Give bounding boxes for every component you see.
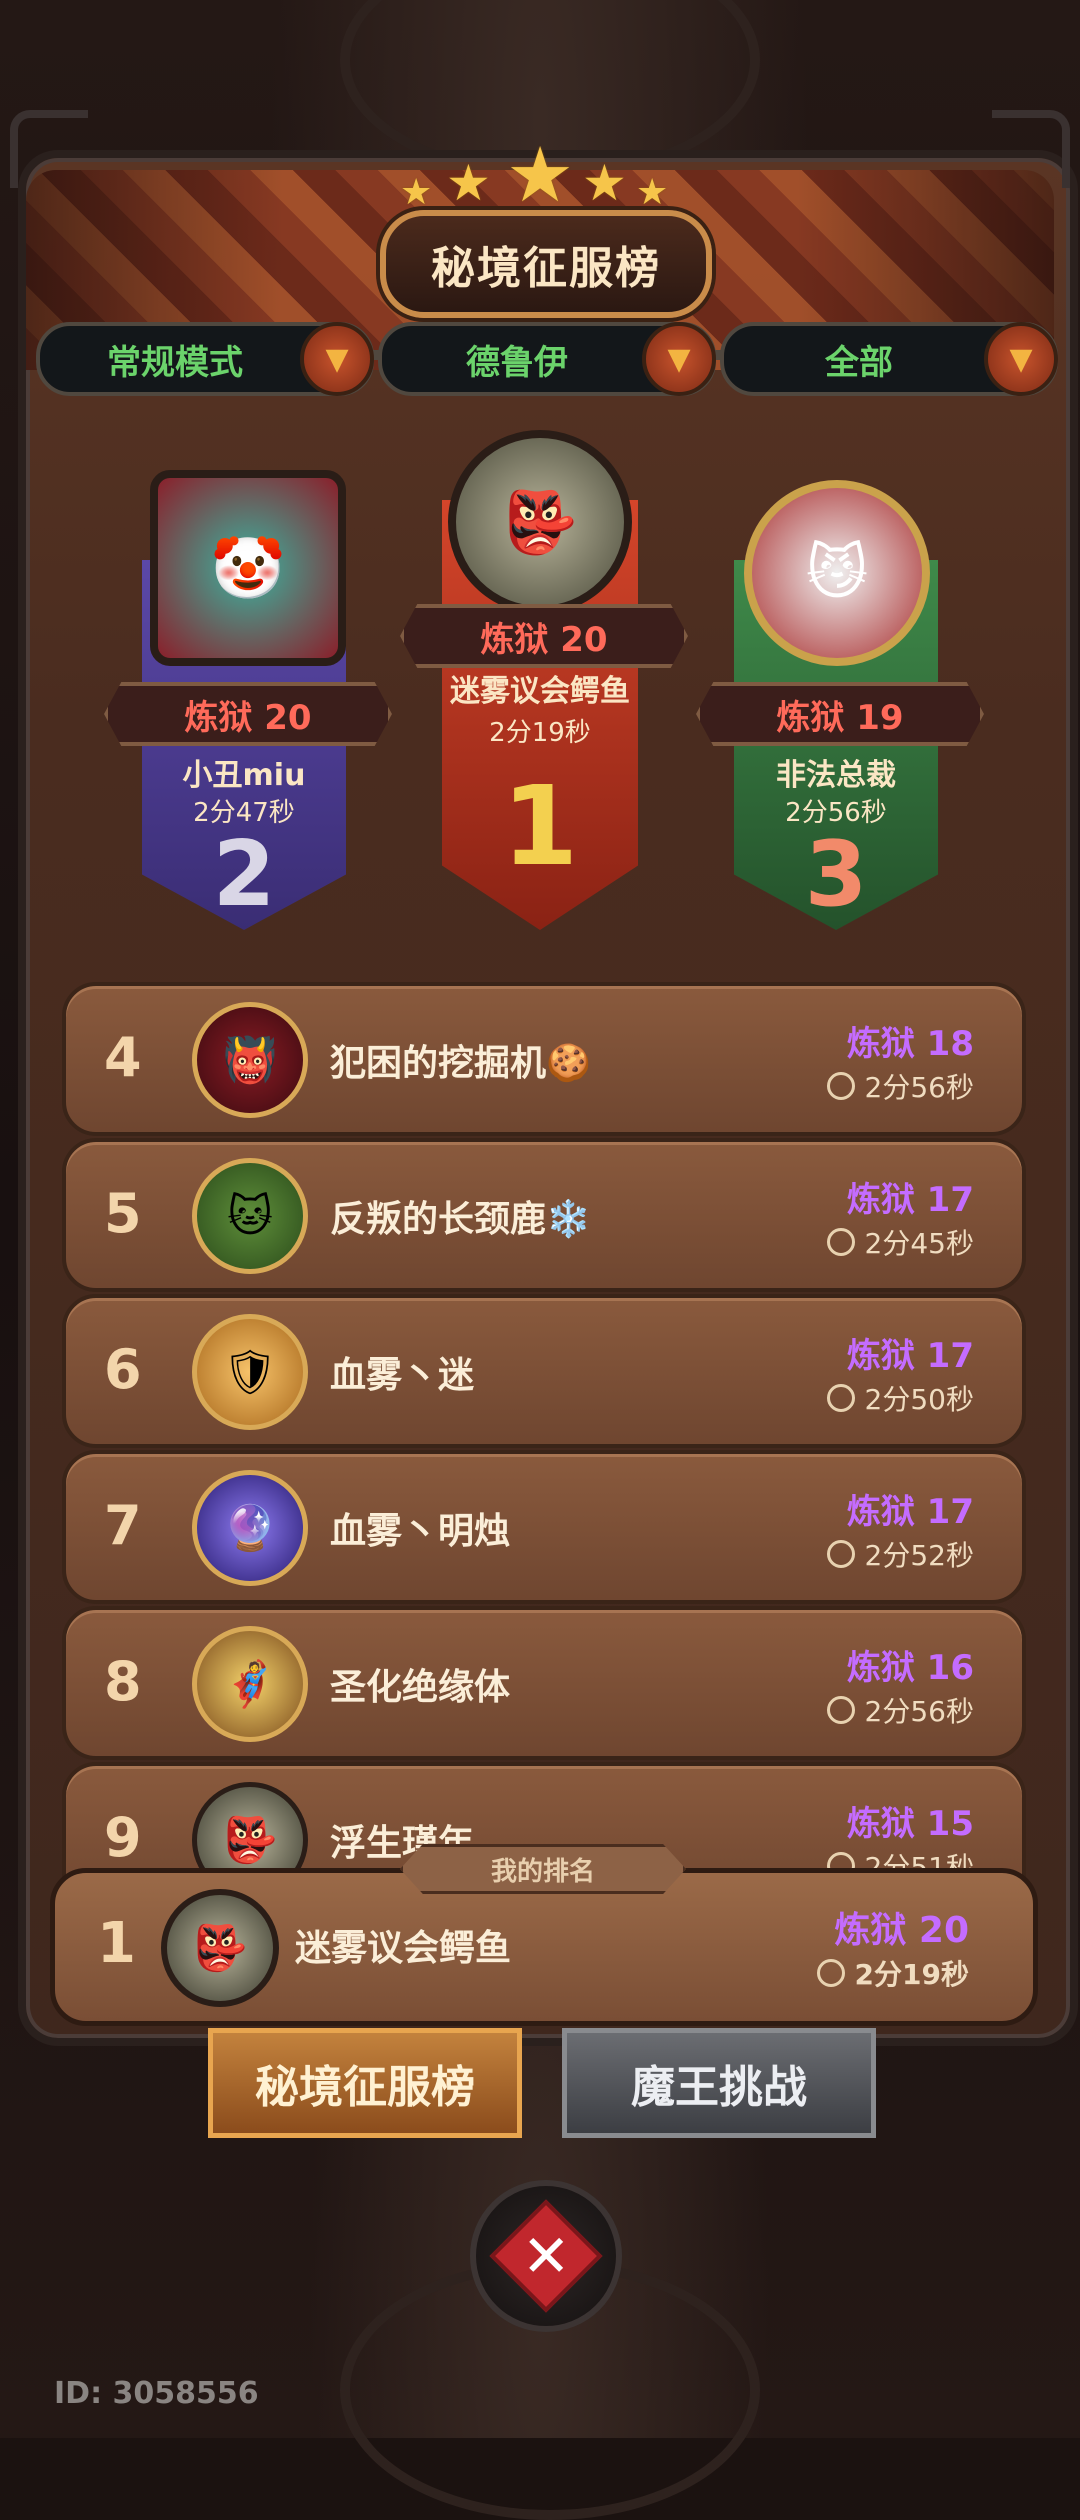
clock-icon	[826, 1228, 855, 1256]
clock-icon	[826, 1072, 855, 1100]
tier-value: 炼狱 17	[846, 1492, 974, 1532]
crossed-swords-icon: ✕	[489, 2199, 603, 2313]
tier-value: 炼狱 15	[846, 1804, 974, 1844]
rank-number: 1	[501, 762, 579, 890]
rank-number: 1	[97, 1911, 136, 1976]
cat-dragon-avatar-icon: 😼	[744, 480, 930, 666]
clear-time: 2分52秒	[826, 1534, 974, 1574]
mode-filter-dropdown[interactable]: 常规模式 ▼	[36, 322, 374, 396]
tier-value: 炼狱 17	[846, 1180, 974, 1220]
tier-badge: 炼狱 19	[696, 682, 984, 746]
star-icon: ★	[636, 172, 669, 213]
rank-number: 6	[104, 1338, 142, 1401]
rank-number: 5	[104, 1182, 142, 1245]
clear-time: 2分50秒	[826, 1378, 974, 1418]
rank-number: 4	[104, 1026, 142, 1089]
player-name: 非法总裁	[776, 758, 896, 793]
rank-number: 8	[104, 1650, 142, 1713]
tier-badge: 炼狱 20	[400, 604, 688, 668]
player-name: 血雾丶迷	[330, 1355, 475, 1396]
name-badge: 🍪	[546, 1043, 591, 1084]
rating-stars: ★ ★ ★ ★ ★	[400, 130, 680, 219]
star-icon: ★	[446, 154, 491, 212]
ranking-row[interactable]: 7 🔮 血雾丶明烛 炼狱 17 2分52秒	[62, 1450, 1026, 1604]
star-icon: ★	[506, 130, 575, 219]
star-icon: ★	[400, 172, 433, 213]
clock-icon	[826, 1384, 855, 1412]
clock-icon	[826, 1540, 855, 1568]
clear-time: 2分19秒	[816, 1953, 969, 1993]
tier-value: 炼狱 16	[846, 1648, 974, 1688]
home-button[interactable]: ✕	[470, 2180, 622, 2332]
knight-avatar-icon: 🛡	[192, 1314, 308, 1430]
chevron-down-icon[interactable]: ▼	[642, 322, 716, 396]
chevron-down-icon[interactable]: ▼	[300, 322, 374, 396]
clear-time: 2分56秒	[826, 1690, 974, 1730]
blonde-hero-avatar-icon: 🦸	[192, 1626, 308, 1742]
my-rank-label: 我的排名	[400, 1844, 686, 1894]
class-filter-dropdown[interactable]: 德鲁伊 ▼	[378, 322, 716, 396]
name-badge: ❄️	[546, 1199, 591, 1240]
player-name: 犯困的挖掘机🍪	[330, 1043, 591, 1084]
rank-number: 2	[212, 822, 276, 927]
ranking-row[interactable]: 8 🦸 圣化绝缘体 炼狱 16 2分56秒	[62, 1606, 1026, 1760]
player-name: 小丑miu	[182, 758, 306, 793]
goblin-avatar-icon: 👺	[161, 1889, 279, 2007]
clear-time: 2分56秒	[826, 1066, 974, 1106]
clear-time: 2分45秒	[826, 1222, 974, 1262]
tab-secret-realm-ranking[interactable]: 秘境征服榜	[208, 2028, 522, 2138]
tier-value: 炼狱 20	[834, 1910, 969, 1951]
user-id: ID: 3058556	[54, 2376, 259, 2411]
tier-value: 炼狱 17	[846, 1336, 974, 1376]
demon-avatar-icon: 👹	[192, 1002, 308, 1118]
chevron-down-icon[interactable]: ▼	[984, 322, 1058, 396]
player-name: 反叛的长颈鹿❄️	[330, 1199, 591, 1240]
player-name: 迷雾议会鳄鱼	[450, 674, 630, 709]
ranking-row[interactable]: 5 🐱 反叛的长颈鹿❄️ 炼狱 17 2分45秒	[62, 1138, 1026, 1292]
star-icon: ★	[582, 154, 627, 212]
player-name: 圣化绝缘体	[330, 1667, 511, 1708]
tier-value: 炼狱 18	[846, 1024, 974, 1064]
tier-badge: 炼狱 20	[104, 682, 392, 746]
player-time: 2分19秒	[489, 718, 591, 748]
scope-filter-dropdown[interactable]: 全部 ▼	[720, 322, 1058, 396]
ranking-row[interactable]: 4 👹 犯困的挖掘机🍪 炼狱 18 2分56秒	[62, 982, 1026, 1136]
rank-number: 9	[104, 1806, 142, 1869]
page-title: 秘境征服榜	[380, 210, 712, 318]
orb-avatar-icon: 🔮	[192, 1470, 308, 1586]
ranking-row[interactable]: 6 🛡 血雾丶迷 炼狱 17 2分50秒	[62, 1294, 1026, 1448]
hooded-cat-avatar-icon: 🐱	[192, 1158, 308, 1274]
player-name: 血雾丶明烛	[330, 1511, 511, 1552]
rank-number: 3	[804, 822, 868, 927]
rank-number: 7	[104, 1494, 142, 1557]
tab-demon-king-challenge[interactable]: 魔王挑战	[562, 2028, 876, 2138]
clown-avatar-icon: 🤡	[150, 470, 346, 666]
clock-icon	[826, 1696, 855, 1724]
player-name: 迷雾议会鳄鱼	[295, 1928, 512, 1969]
clock-icon	[816, 1959, 845, 1987]
goblin-avatar-icon: 👺	[448, 430, 632, 614]
